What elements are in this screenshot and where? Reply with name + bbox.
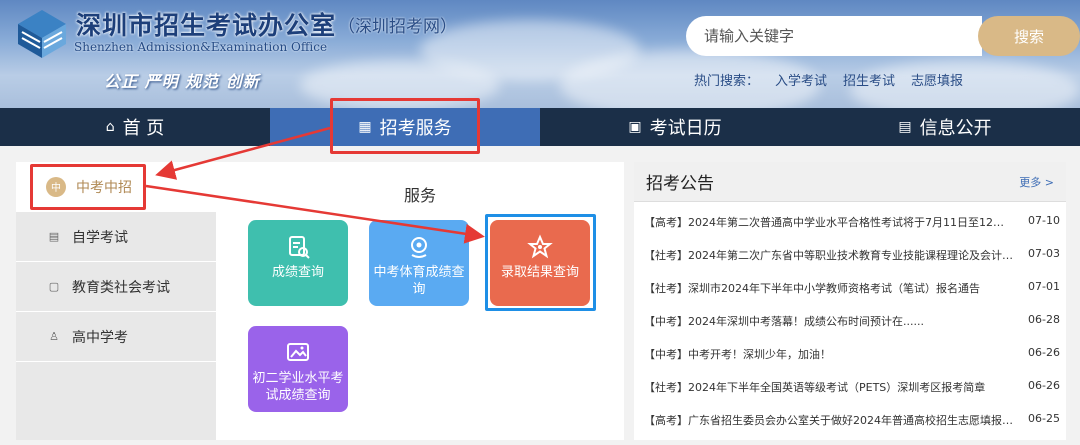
person-icon: ♙	[49, 330, 59, 343]
nav-item-label: 首 页	[122, 118, 165, 139]
home-icon: ⌂	[105, 119, 115, 135]
nav-item-exam-services[interactable]: ▦ 招考服务	[270, 108, 540, 146]
notice-date: 07-03	[1028, 247, 1060, 260]
list-item[interactable]: 【社考】2024年第二次广东省中等职业技术教育专业技能课程理论及会计、美... …	[644, 247, 1060, 267]
sidebar-item-zhongkao[interactable]: 中 中考中招	[16, 162, 216, 212]
calendar-icon: ▣	[628, 119, 642, 135]
hot-search-link[interactable]: 入学考试	[775, 74, 827, 89]
card-label: 录取结果查询	[500, 265, 579, 280]
notice-text: 【中考】中考开考！深圳少年，加油！	[644, 348, 831, 361]
notice-text: 【社考】2024年第二次广东省中等职业技术教育专业技能课程理论及会计、美...	[644, 249, 1014, 262]
list-item[interactable]: 【中考】中考开考！深圳少年，加油！ 06-26	[644, 346, 1060, 366]
badge-icon: 中	[46, 176, 66, 197]
site-slogan: 公正 严明 规范 创新	[104, 72, 260, 91]
notice-date: 06-26	[1028, 379, 1060, 392]
more-link[interactable]: 更多 >	[1019, 174, 1054, 190]
grade8-score-query-card[interactable]: 初二学业水平考 试成绩查询	[248, 326, 348, 412]
nav-item-label: 信息公开	[919, 118, 992, 139]
list-item[interactable]: 【社考】2024年下半年全国英语等级考试（PETS）深圳考区报考简章 06-26	[644, 379, 1060, 399]
sidebar-item-self-study-exam[interactable]: ▤ 自学考试	[16, 212, 216, 262]
pe-score-query-card[interactable]: 中考体育成绩查 询	[369, 220, 469, 306]
card-label: 成绩查询	[271, 265, 324, 280]
document-icon: ▤	[48, 230, 60, 243]
list-item[interactable]: 【高考】2024年第二次普通高中学业水平合格性考试将于7月11日至12日举行 0…	[644, 214, 1060, 234]
header-banner: 深圳市招生考试办公室 （深圳招考网） Shenzhen Admission&Ex…	[0, 0, 1080, 108]
list-item[interactable]: 【中考】2024年深圳中考落幕！成绩公布时间预计在...... 06-28	[644, 313, 1060, 333]
sidebar-item-label: 中考中招	[76, 179, 132, 196]
card-label: 询	[412, 282, 426, 297]
hot-search-label: 热门搜索：	[694, 74, 760, 89]
search-button[interactable]: 搜索	[978, 16, 1080, 56]
notice-text: 【中考】2024年深圳中考落幕！成绩公布时间预计在......	[644, 315, 924, 328]
score-report-icon	[289, 236, 310, 259]
sidebar-item-label: 自学考试	[72, 229, 128, 246]
main-nav: ⌂ 首 页 ▦ 招考服务 ▣ 考试日历 ▤ 信息公开	[0, 108, 1080, 146]
list-item[interactable]: 【社考】深圳市2024年下半年中小学教师资格考试（笔试）报名通告 07-01	[644, 280, 1060, 300]
notice-date: 06-25	[1028, 412, 1060, 425]
hot-search: 热门搜索： 入学考试 招生考试 志愿填报	[694, 70, 979, 89]
grid-icon: ▦	[358, 119, 372, 135]
site-subtitle: （深圳招考网）	[338, 17, 457, 37]
notice-date: 07-10	[1028, 214, 1060, 227]
nav-item-exam-calendar[interactable]: ▣ 考试日历	[540, 108, 810, 146]
image-check-icon	[287, 343, 309, 361]
notice-text: 【高考】2024年第二次普通高中学业水平合格性考试将于7月11日至12日举行	[644, 216, 1014, 229]
list-item[interactable]: 【高考】广东省招生委员会办公室关于做好2024年普通高校招生志愿填报工作... …	[644, 412, 1060, 432]
logo-icon	[18, 10, 66, 58]
document-icon: ▤	[898, 119, 912, 135]
notice-text: 【社考】2024年下半年全国英语等级考试（PETS）深圳考区报考简章	[644, 381, 986, 394]
card-label: 初二学业水平考	[252, 371, 344, 386]
site-title: 深圳市招生考试办公室	[76, 11, 337, 40]
nav-item-home[interactable]: ⌂ 首 页	[0, 108, 270, 146]
star-badge-icon	[527, 234, 553, 259]
service-panel: 服务 成绩查询 中考体育成绩查 询 录取结果查询 初二学业水平考 试成绩查询	[216, 162, 624, 440]
notice-text: 【社考】深圳市2024年下半年中小学教师资格考试（笔试）报名通告	[644, 282, 980, 295]
book-icon: ▢	[48, 280, 60, 293]
sidebar-item-label: 教育类社会考试	[72, 279, 170, 296]
card-label: 中考体育成绩查	[373, 265, 465, 280]
nav-item-label: 招考服务	[379, 118, 452, 139]
hot-search-link[interactable]: 志愿填报	[911, 74, 963, 89]
sidebar-item-high-school-exam[interactable]: ♙ 高中学考	[16, 312, 216, 362]
announcements-panel: 招考公告 更多 > 【高考】2024年第二次普通高中学业水平合格性考试将于7月1…	[634, 162, 1066, 440]
notice-date: 06-26	[1028, 346, 1060, 359]
notice-text: 【高考】广东省招生委员会办公室关于做好2024年普通高校招生志愿填报工作...	[644, 414, 1014, 427]
announcements-title: 招考公告	[646, 174, 714, 194]
nav-item-label: 考试日历	[649, 118, 722, 139]
announcements-header: 招考公告 更多 >	[634, 162, 1066, 202]
search-input[interactable]	[686, 16, 982, 56]
nav-item-info-disclosure[interactable]: ▤ 信息公开	[810, 108, 1080, 146]
site-english-name: Shenzhen Admission&Examination Office	[74, 40, 328, 54]
score-query-card[interactable]: 成绩查询	[248, 220, 348, 306]
notice-date: 07-01	[1028, 280, 1060, 293]
category-sidebar: 中 中考中招 ▤ 自学考试 ▢ 教育类社会考试 ♙ 高中学考	[16, 162, 216, 440]
notice-date: 06-28	[1028, 313, 1060, 326]
sidebar-item-education-social-exam[interactable]: ▢ 教育类社会考试	[16, 262, 216, 312]
card-label: 试成绩查询	[265, 388, 331, 403]
sidebar-item-label: 高中学考	[72, 329, 128, 346]
admission-result-query-card[interactable]: 录取结果查询	[490, 220, 590, 306]
service-title: 服务	[403, 186, 436, 205]
location-search-icon	[411, 237, 427, 258]
hot-search-link[interactable]: 招生考试	[843, 74, 895, 89]
